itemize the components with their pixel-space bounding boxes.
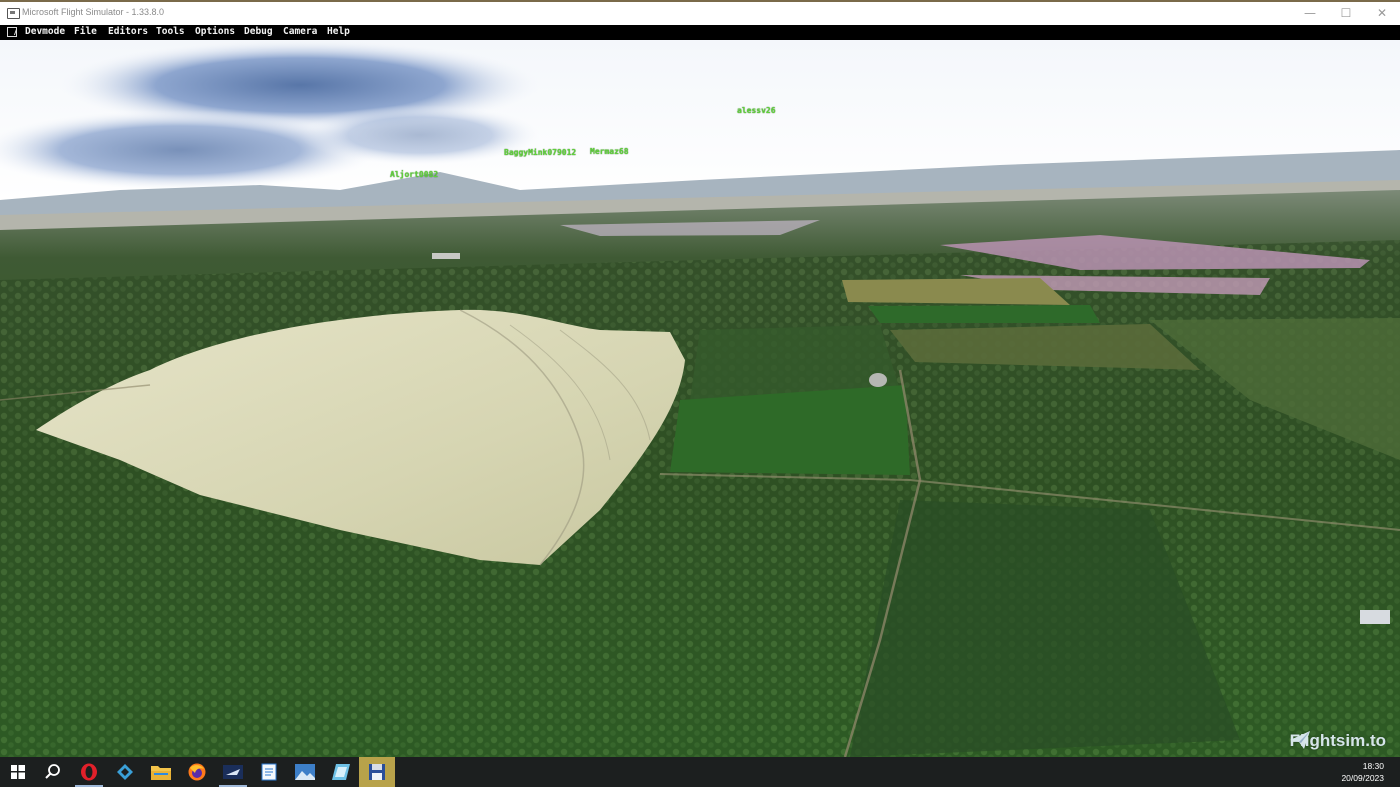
menu-camera[interactable]: Camera <box>283 26 317 37</box>
taskbar-photos[interactable] <box>287 757 323 787</box>
taskbar-app[interactable] <box>323 757 359 787</box>
close-button[interactable]: ✕ <box>1364 2 1400 25</box>
taskbar-save[interactable] <box>359 757 395 787</box>
player-tag: alessv26 <box>737 106 776 115</box>
minimize-button[interactable]: — <box>1292 2 1328 25</box>
window-titlebar: Microsoft Flight Simulator - 1.33.8.0 — … <box>0 0 1400 25</box>
menu-help[interactable]: Help <box>327 26 350 37</box>
dev-menu-bar: Devmode File Editors Tools Options Debug… <box>0 25 1400 40</box>
menu-devmode[interactable]: Devmode <box>25 26 65 37</box>
player-tag: Mermaz68 <box>590 147 629 156</box>
taskbar-opera[interactable] <box>71 757 107 787</box>
photos-icon <box>295 764 315 780</box>
clock-date: 20/09/2023 <box>1341 773 1384 783</box>
start-button[interactable] <box>0 757 36 787</box>
search-button[interactable] <box>35 757 71 787</box>
paper-plane-icon <box>1289 731 1310 749</box>
start-icon <box>11 765 25 779</box>
taskbar-flight-app[interactable] <box>215 757 251 787</box>
menu-tools[interactable]: Tools <box>156 26 185 37</box>
file-explorer-icon <box>151 766 171 780</box>
flightsim-watermark: Flightsim.to <box>1289 731 1386 751</box>
maximize-button[interactable]: ☐ <box>1328 2 1364 25</box>
menu-editors[interactable]: Editors <box>108 26 148 37</box>
taskbar-kodi[interactable] <box>107 757 143 787</box>
devmode-toggle-icon[interactable] <box>7 27 17 37</box>
clock-time: 18:30 <box>1362 761 1384 771</box>
window-title: Microsoft Flight Simulator - 1.33.8.0 <box>22 7 165 17</box>
firefox-icon <box>188 763 206 781</box>
player-tag: BaggyMink079012 <box>504 148 577 157</box>
taskbar-file-explorer[interactable] <box>143 757 179 787</box>
player-tag: Aljort0082 <box>390 170 439 179</box>
app-icon <box>332 764 350 780</box>
taskbar-clock[interactable]: 18:30 20/09/2023 <box>1341 760 1384 784</box>
save-disk-icon <box>369 764 385 780</box>
menu-debug[interactable]: Debug <box>244 26 273 37</box>
search-icon <box>45 764 60 779</box>
menu-options[interactable]: Options <box>195 26 235 37</box>
opera-icon <box>81 763 97 781</box>
taskbar-notepad[interactable] <box>251 757 287 787</box>
windows-taskbar: 18:30 20/09/2023 <box>0 757 1400 787</box>
flight-app-icon <box>223 765 243 779</box>
kodi-icon <box>117 764 133 780</box>
sim-viewport[interactable]: Aljort0082 BaggyMink079012 Mermaz68 ales… <box>0 40 1400 757</box>
taskbar-firefox[interactable] <box>179 757 215 787</box>
notepad-icon <box>261 763 277 781</box>
app-icon <box>7 8 20 19</box>
menu-file[interactable]: File <box>74 26 97 37</box>
terrain-scene <box>0 40 1400 757</box>
